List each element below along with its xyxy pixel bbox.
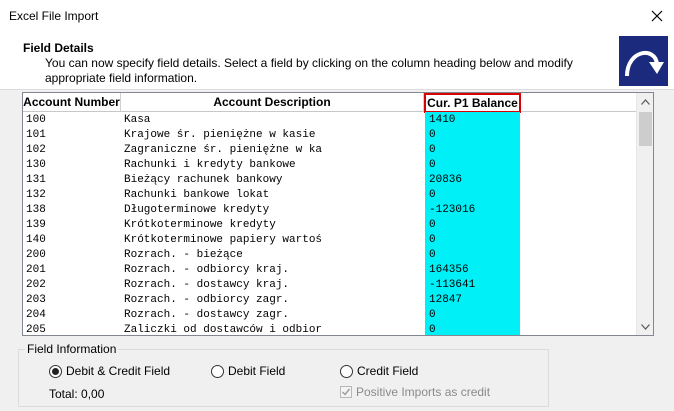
header-description: You can now specify field details. Selec…: [45, 56, 573, 85]
header-title: Field Details: [23, 41, 94, 55]
total-label: Total: 0,00: [49, 387, 105, 401]
radio-label: Debit & Credit Field: [66, 364, 171, 378]
chevron-down-icon: [641, 323, 650, 330]
table-row[interactable]: 132 Rachunki bankowe lokat 0: [23, 188, 635, 203]
radio-credit-field[interactable]: Credit Field: [340, 364, 418, 378]
table-row[interactable]: 131 Bieżący rachunek bankowy 20836: [23, 173, 635, 188]
table-row[interactable]: 200 Rozrach. - bieżące 0: [23, 248, 635, 263]
window-title: Excel File Import: [9, 9, 99, 23]
radio-selected-icon: [49, 364, 62, 378]
scroll-down-button[interactable]: [637, 318, 653, 335]
column-header-empty: [521, 93, 637, 112]
wizard-logo: [619, 36, 668, 86]
table-row[interactable]: 140 Krótkoterminowe papiery wartoś 0: [23, 233, 635, 248]
table-row[interactable]: 100 Kasa 1410: [23, 113, 635, 128]
table-row[interactable]: 102 Zagraniczne śr. pieniężne w ka 0: [23, 143, 635, 158]
column-header-account-number[interactable]: Account Number: [23, 93, 121, 112]
curved-arrow-icon: [625, 51, 664, 77]
radio-unselected-icon: [340, 364, 353, 378]
grid-rows: 100 Kasa 1410 101 Krajowe śr. pieniężne w k…: [23, 113, 635, 335]
radio-debit-credit-field[interactable]: Debit & Credit Field: [49, 364, 170, 378]
radio-debit-field[interactable]: Debit Field: [211, 364, 285, 378]
scroll-thumb[interactable]: [639, 112, 652, 146]
table-row[interactable]: 138 Długoterminowe kredyty -123016: [23, 203, 635, 218]
column-header-account-description[interactable]: Account Description: [121, 93, 424, 112]
table-row[interactable]: 130 Rachunki i kredyty bankowe 0: [23, 158, 635, 173]
close-icon: [651, 10, 663, 22]
radio-label: Credit Field: [357, 364, 419, 378]
chevron-up-icon: [641, 98, 650, 105]
field-information-legend: Field Information: [25, 342, 119, 356]
scroll-up-button[interactable]: [637, 93, 653, 110]
table-row[interactable]: 205 Zaliczki od dostawców i odbior 0: [23, 323, 635, 335]
wizard-header: Field Details You can now specify field …: [0, 32, 674, 90]
table-row[interactable]: 201 Rozrach. - odbiorcy kraj. 164356: [23, 263, 635, 278]
table-row[interactable]: 139 Krótkoterminowe kredyty 0: [23, 218, 635, 233]
checkbox-label: Positive Imports as credit: [356, 385, 491, 399]
positive-imports-checkbox[interactable]: Positive Imports as credit: [340, 385, 490, 399]
vertical-scrollbar[interactable]: [636, 93, 653, 335]
table-row[interactable]: 202 Rozrach. - dostawcy kraj. -113641: [23, 278, 635, 293]
field-information-group: Field Information Debit & Credit Field D…: [18, 342, 549, 407]
import-grid: Account Number Account Description Cur. …: [22, 92, 654, 336]
column-header-cur-p1-balance[interactable]: Cur. P1 Balance: [424, 93, 521, 113]
table-row[interactable]: 204 Rozrach. - dostawcy zagr. 0: [23, 308, 635, 323]
radio-label: Debit Field: [228, 364, 286, 378]
table-row[interactable]: 203 Rozrach. - odbiorcy zagr. 12847: [23, 293, 635, 308]
close-button[interactable]: [640, 0, 674, 32]
checkbox-checked-icon: [340, 386, 352, 398]
table-row[interactable]: 101 Krajowe śr. pieniężne w kasie 0: [23, 128, 635, 143]
radio-unselected-icon: [211, 364, 224, 378]
title-bar: Excel File Import: [0, 0, 674, 32]
